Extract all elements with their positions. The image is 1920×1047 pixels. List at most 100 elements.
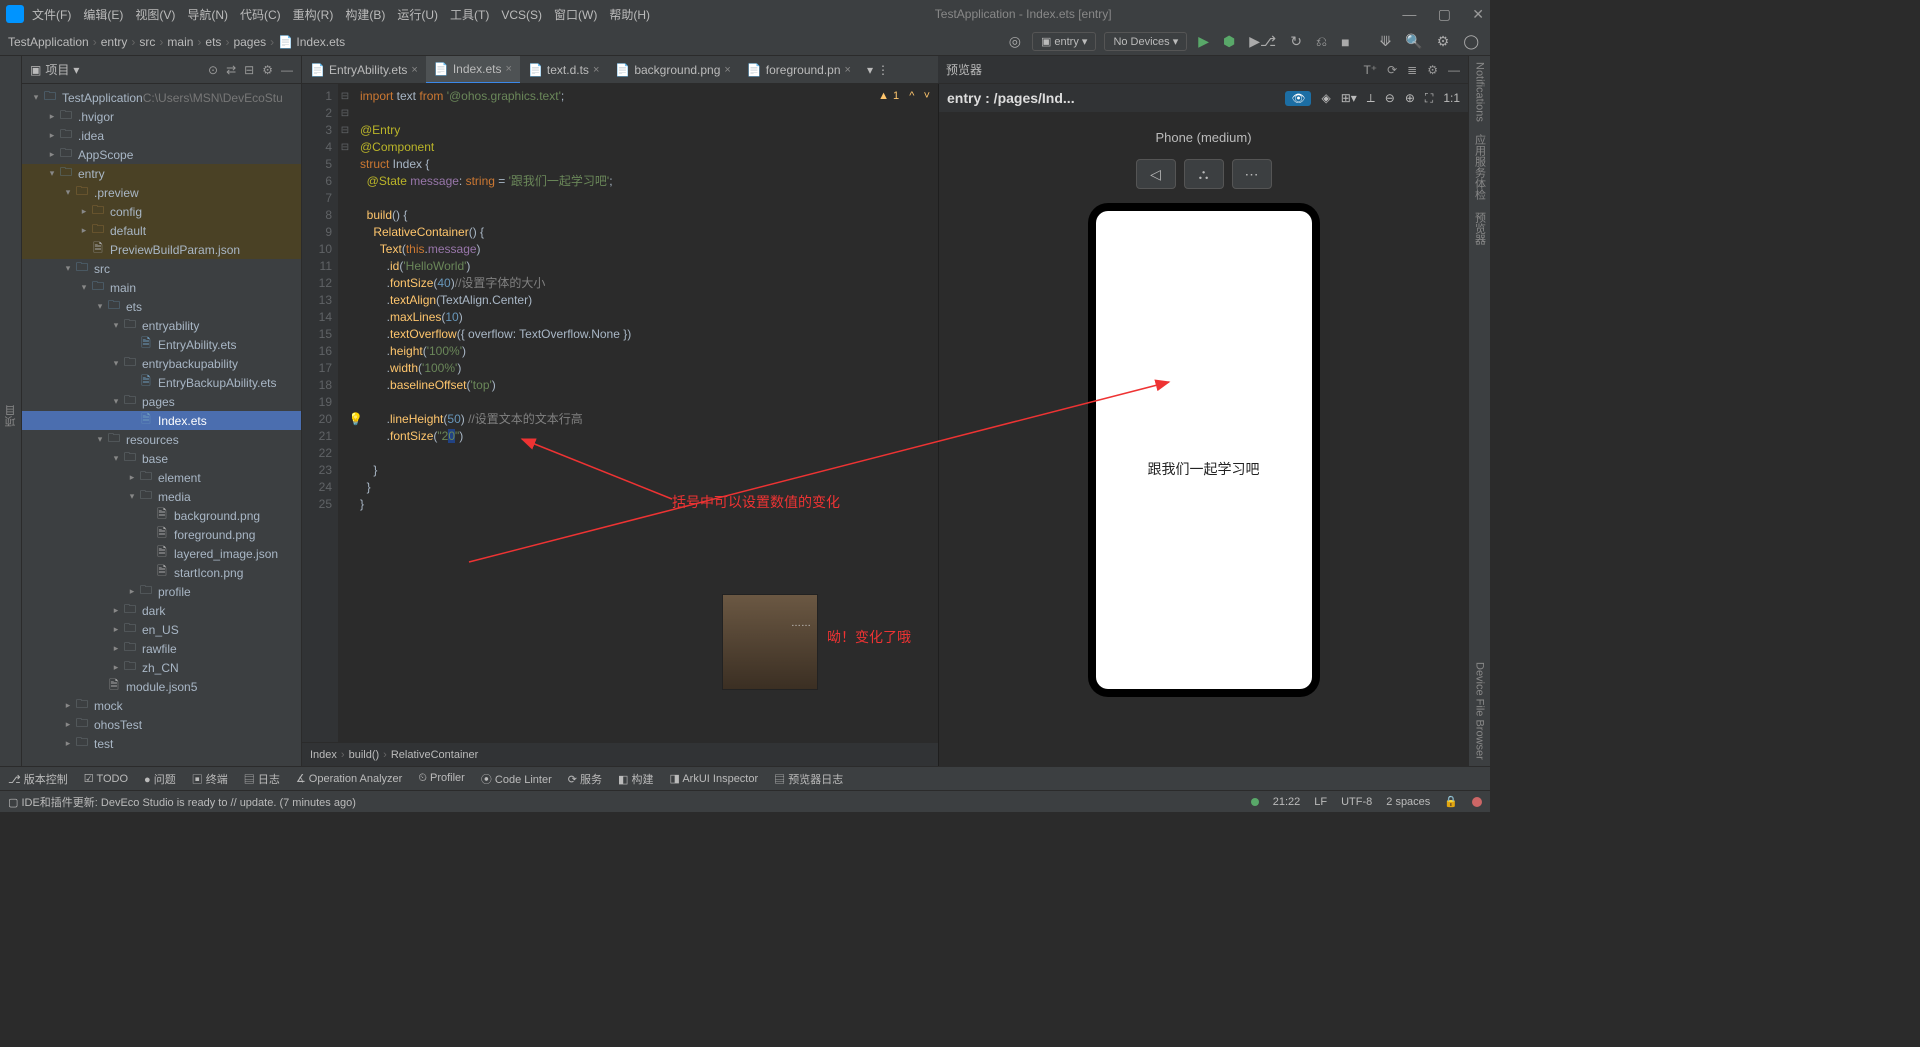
tree-item[interactable]: 🗎EntryAbility.ets	[22, 335, 301, 354]
chevron-icon[interactable]: ▸	[126, 586, 138, 597]
code-line[interactable]	[360, 445, 930, 462]
close-icon[interactable]: ×	[593, 64, 599, 76]
editor-tab[interactable]: 📄EntryAbility.ets×	[302, 56, 426, 84]
menu-item[interactable]: 帮助(H)	[609, 8, 650, 22]
chevron-icon[interactable]: ▸	[46, 149, 58, 160]
editor-crumb-item[interactable]: RelativeContainer	[391, 749, 478, 761]
right-tab-service[interactable]: 应用服务体检	[1470, 128, 1490, 206]
editor-tab[interactable]: 📄foreground.pn×	[739, 56, 859, 84]
project-tree[interactable]: ▾🗀TestApplication C:\Users\MSN\DevEcoStu…	[22, 84, 301, 766]
code-line[interactable]: .lineHeight(50) //设置文本的文本行高💡	[360, 411, 930, 428]
ratio-icon[interactable]: 1:1	[1443, 91, 1460, 106]
menu-item[interactable]: 导航(N)	[187, 8, 228, 22]
menu-item[interactable]: 视图(V)	[135, 8, 175, 22]
chevron-icon[interactable]: ▾	[78, 282, 90, 293]
text-tool-icon[interactable]: T⁺	[1363, 63, 1377, 77]
code-line[interactable]: @Component	[360, 139, 930, 156]
right-tab-previewer[interactable]: 预览器	[1470, 206, 1490, 251]
code-line[interactable]: @Entry	[360, 122, 930, 139]
bottom-tool[interactable]: ⏲ Profiler	[418, 772, 464, 785]
close-icon[interactable]: ✕	[1472, 6, 1484, 22]
tree-item[interactable]: ▾🗀base	[22, 449, 301, 468]
menu-item[interactable]: 窗口(W)	[554, 8, 597, 22]
editor-crumb-item[interactable]: Index	[310, 749, 337, 761]
tree-item[interactable]: ▾🗀TestApplication C:\Users\MSN\DevEcoStu	[22, 88, 301, 107]
module-selector[interactable]: ▣ entry ▾	[1032, 32, 1097, 51]
coverage-icon[interactable]: ▶⎇	[1246, 33, 1279, 50]
crop-icon[interactable]: ⟂	[1367, 91, 1375, 106]
code-line[interactable]: .fontSize("20")	[360, 428, 930, 445]
tree-item[interactable]: 🗎background.png	[22, 506, 301, 525]
left-tab-project[interactable]: 项目	[1, 399, 21, 433]
tree-item[interactable]: 🗎EntryBackupAbility.ets	[22, 373, 301, 392]
chevron-icon[interactable]: ▸	[46, 111, 58, 122]
breadcrumb-item[interactable]: pages	[233, 35, 266, 49]
code-line[interactable]: .textOverflow({ overflow: TextOverflow.N…	[360, 326, 930, 343]
chevron-icon[interactable]: ▸	[78, 225, 90, 236]
code-line[interactable]: .fontSize(40)//设置字体的大小	[360, 275, 930, 292]
run-icon[interactable]: ▶	[1195, 33, 1212, 50]
tree-item[interactable]: ▸🗀profile	[22, 582, 301, 601]
breadcrumb-item[interactable]: TestApplication	[8, 35, 89, 49]
code-line[interactable]: .maxLines(10)	[360, 309, 930, 326]
tree-item[interactable]: ▾🗀resources	[22, 430, 301, 449]
search-icon[interactable]: 🔍	[1402, 33, 1425, 50]
preview-book-icon[interactable]: ≣	[1407, 63, 1417, 77]
bottom-tool[interactable]: ⎇ 版本控制	[8, 771, 68, 787]
code-content[interactable]: ▲ 1 ^ ˅ import text from '@ohos.graphics…	[352, 84, 938, 742]
chevron-icon[interactable]: ▾	[62, 263, 74, 274]
inspect-icon[interactable]: 👁	[1285, 91, 1311, 106]
prev-device-icon[interactable]: ◁	[1136, 159, 1176, 189]
left-tab-structure[interactable]: 结构	[0, 732, 1, 766]
code-line[interactable]	[360, 394, 930, 411]
tree-item[interactable]: ▾🗀pages	[22, 392, 301, 411]
menu-item[interactable]: VCS(S)	[501, 8, 542, 22]
tree-item[interactable]: 🗎layered_image.json	[22, 544, 301, 563]
tree-item[interactable]: 🗎startIcon.png	[22, 563, 301, 582]
breadcrumb-item[interactable]: ets	[205, 35, 221, 49]
menu-item[interactable]: 文件(F)	[32, 8, 71, 22]
editor-crumb-item[interactable]: build()	[349, 749, 380, 761]
bottom-tool[interactable]: ▤ 预览器日志	[774, 771, 843, 787]
code-line[interactable]: .baselineOffset('top')	[360, 377, 930, 394]
status-red-dot[interactable]	[1472, 797, 1482, 807]
more-tabs-icon[interactable]: ▾	[867, 63, 873, 77]
tree-item[interactable]: ▸🗀ohosTest	[22, 715, 301, 734]
update-icon[interactable]: ⟱	[1377, 33, 1395, 50]
menu-item[interactable]: 编辑(E)	[83, 8, 123, 22]
code-line[interactable]: }	[360, 496, 930, 513]
editor-body[interactable]: 1234567891011121314151617181920212223242…	[302, 84, 938, 742]
previewer-tab-label[interactable]: 预览器	[946, 61, 982, 78]
chevron-icon[interactable]: ▾	[110, 358, 122, 369]
breadcrumb-item[interactable]: src	[139, 35, 155, 49]
tree-item[interactable]: ▸🗀rawfile	[22, 639, 301, 658]
code-line[interactable]: @State message: string = '跟我们一起学习吧';	[360, 173, 930, 190]
tree-item[interactable]: ▸🗀en_US	[22, 620, 301, 639]
close-icon[interactable]: ×	[506, 63, 512, 75]
chevron-icon[interactable]: ▸	[110, 624, 122, 635]
tab-list-icon[interactable]: ⋮	[877, 63, 889, 77]
chevron-icon[interactable]: ▾	[94, 301, 106, 312]
tree-item[interactable]: ▸🗀.idea	[22, 126, 301, 145]
maximize-icon[interactable]: ▢	[1438, 6, 1451, 22]
account-icon[interactable]: ◯	[1460, 33, 1482, 50]
chevron-icon[interactable]: ▸	[110, 605, 122, 616]
minimize-icon[interactable]: —	[1402, 6, 1416, 22]
bulb-icon[interactable]: 💡	[352, 411, 363, 428]
bottom-tool[interactable]: ◨ ArkUI Inspector	[670, 772, 759, 785]
bottom-tool[interactable]: ● 问题	[144, 771, 176, 787]
code-line[interactable]: .height('100%')	[360, 343, 930, 360]
bottom-tool[interactable]: ◧ 构建	[618, 771, 653, 787]
dropdown-icon[interactable]: ▾	[73, 63, 79, 77]
chevron-icon[interactable]: ▸	[126, 472, 138, 483]
layers-icon[interactable]: ◈	[1321, 91, 1330, 106]
tree-item[interactable]: ▾🗀ets	[22, 297, 301, 316]
status-encoding[interactable]: UTF-8	[1341, 796, 1372, 808]
fit-icon[interactable]: ⛶	[1425, 91, 1433, 106]
tree-item[interactable]: ▸🗀test	[22, 734, 301, 753]
chevron-icon[interactable]: ▸	[110, 643, 122, 654]
menu-item[interactable]: 重构(R)	[293, 8, 334, 22]
bottom-tool[interactable]: ▤ 日志	[244, 771, 280, 787]
chevron-icon[interactable]: ▾	[110, 320, 122, 331]
chevron-icon[interactable]: ▸	[62, 719, 74, 730]
